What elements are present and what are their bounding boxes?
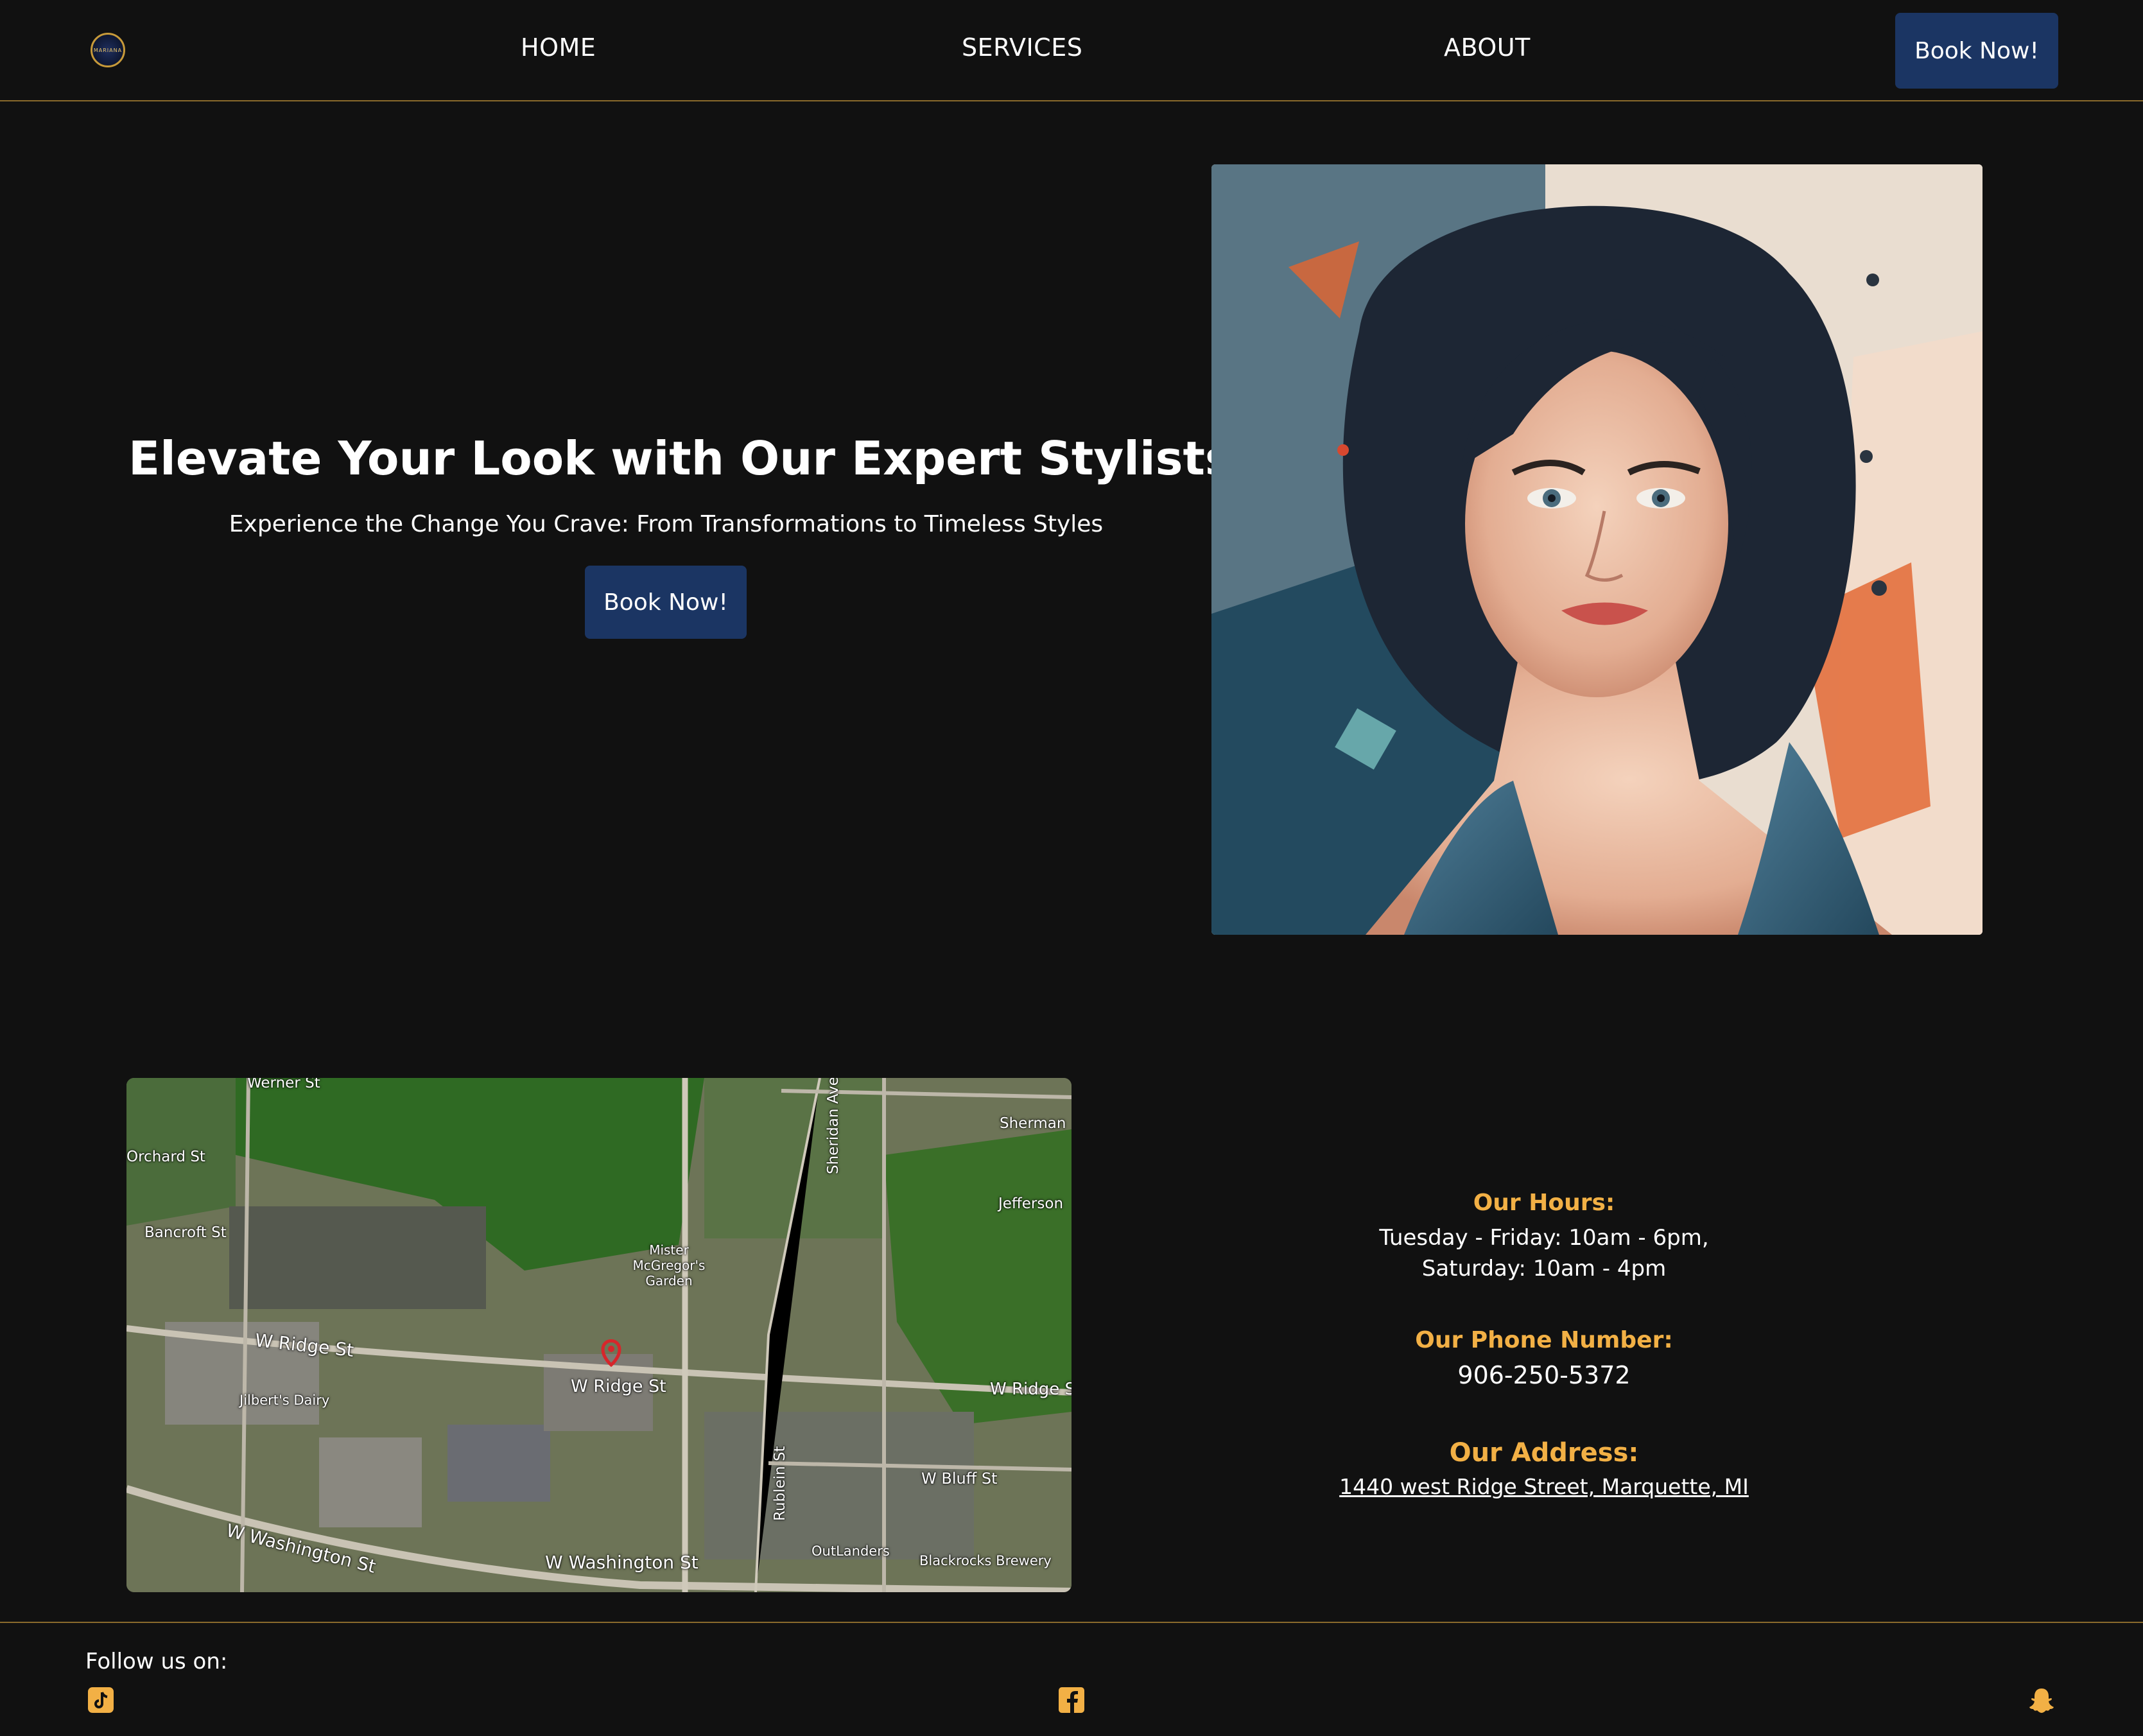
hours-line-saturday: Saturday: 10am - 4pm <box>1421 1256 1667 1281</box>
map-label-bluff: W Bluff St <box>921 1470 998 1488</box>
map-label-jefferson: Jefferson <box>998 1195 1064 1212</box>
hours-line-weekdays: Tuesday - Friday: 10am - 6pm, <box>1379 1225 1709 1251</box>
map-label-ridge-east: W Ridge S <box>990 1380 1072 1399</box>
phone-number[interactable]: 906-250-5372 <box>1220 1361 1868 1389</box>
map-label-jilberts: Jilbert's Dairy <box>239 1393 330 1408</box>
map-label-werner: Werner St <box>247 1078 320 1091</box>
map-label-washington-mid: W Washington St <box>545 1552 698 1573</box>
location-map[interactable]: Werner St Orchard St Bancroft St Sherman… <box>126 1078 1072 1592</box>
address-row: 1440 west Ridge Street, Marquette, MI <box>1220 1474 1868 1499</box>
map-label-outlanders: OutLanders <box>811 1543 890 1559</box>
nav-link-services[interactable]: SERVICES <box>962 33 1082 62</box>
map-label-sheridan: Sheridan Ave <box>825 1078 842 1174</box>
hero-subtitle: Experience the Change You Crave: From Tr… <box>229 511 1104 537</box>
map-label-blackrocks: Blackrocks Brewery <box>919 1553 1052 1568</box>
map-label-rublein: Rublein St <box>772 1446 788 1521</box>
tiktok-icon[interactable] <box>87 1686 115 1714</box>
portrait-illustration <box>1211 164 1982 935</box>
hero-portrait-image <box>1211 164 1982 935</box>
top-navbar: MARIANA HOME SERVICES ABOUT Book Now! <box>0 0 2143 101</box>
address-link[interactable]: 1440 west Ridge Street, Marquette, MI <box>1339 1474 1749 1499</box>
nav-link-about[interactable]: ABOUT <box>1444 33 1531 62</box>
map-label-sherman: Sherman <box>1000 1115 1066 1132</box>
snapchat-icon[interactable] <box>2027 1686 2056 1714</box>
phone-heading: Our Phone Number: <box>1415 1327 1673 1353</box>
nav-link-home[interactable]: HOME <box>521 33 596 62</box>
address-heading: Our Address: <box>1449 1438 1639 1468</box>
nav-book-now-button[interactable]: Book Now! <box>1895 13 2058 89</box>
hero-book-now-button[interactable]: Book Now! <box>585 566 747 639</box>
follow-us-label: Follow us on: <box>85 1649 228 1674</box>
map-label-garden: Mister McGregor's Garden <box>632 1242 706 1289</box>
hours-heading: Our Hours: <box>1473 1190 1615 1216</box>
logo-text: MARIANA <box>93 48 123 53</box>
footer: Follow us on: <box>0 1622 2143 1736</box>
logo[interactable]: MARIANA <box>91 33 125 67</box>
map-label-bancroft: Bancroft St <box>144 1224 227 1241</box>
map-label-orchard: Orchard St <box>126 1149 205 1165</box>
map-label-ridge-mid: W Ridge St <box>571 1376 666 1396</box>
facebook-icon[interactable] <box>1057 1686 1086 1714</box>
hero-title: Elevate Your Look with Our Expert Stylis… <box>128 431 1233 485</box>
